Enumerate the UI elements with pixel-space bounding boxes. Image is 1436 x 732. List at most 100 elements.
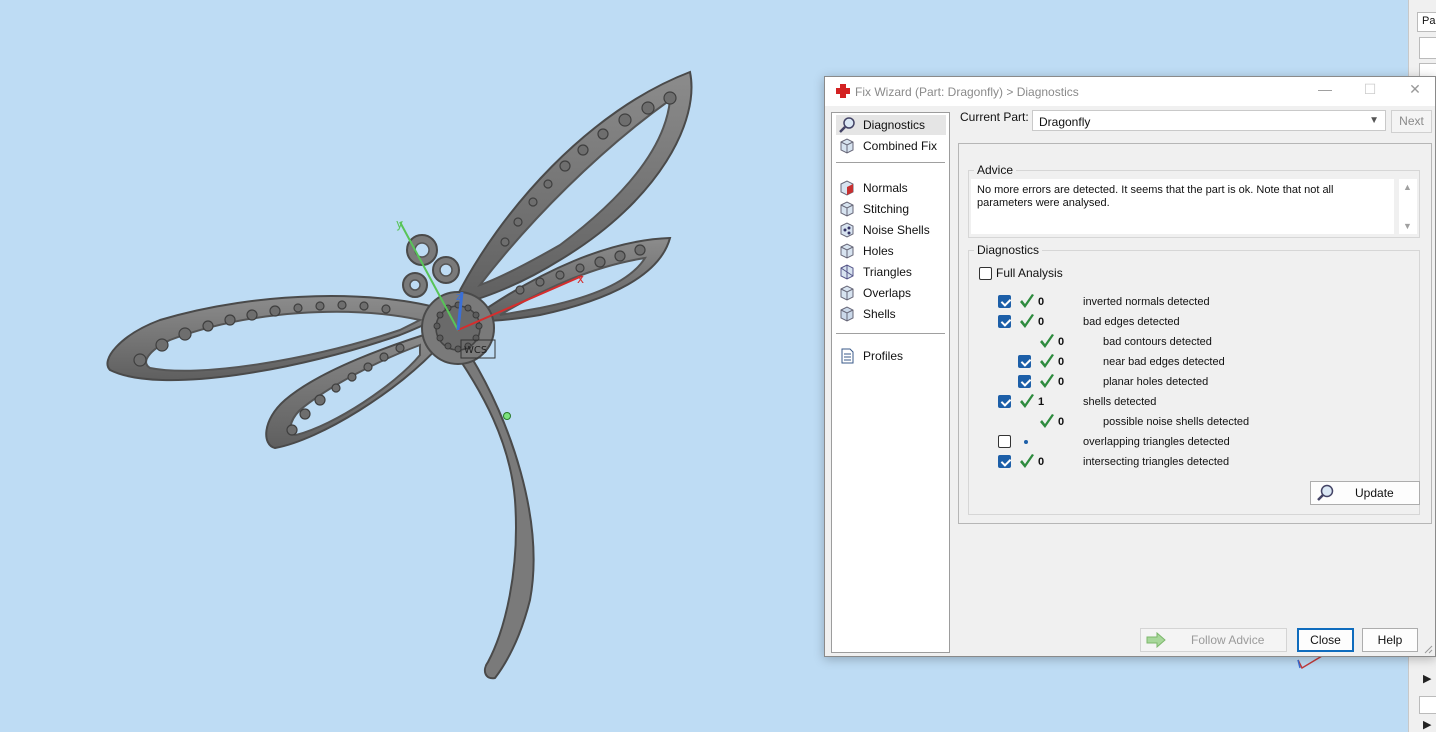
diagnostic-row: 0 inverted normals detected	[969, 292, 1419, 312]
diagnostic-label: bad contours detected	[1103, 336, 1212, 348]
nav-item-label: Triangles	[863, 265, 912, 279]
diagnostic-label: inverted normals detected	[1083, 296, 1210, 308]
diagnostic-row: 0 bad edges detected	[969, 312, 1419, 332]
check-icon	[1040, 334, 1054, 348]
close-icon[interactable]: ✕	[1400, 81, 1430, 101]
diagnostic-row: 0 bad contours detected	[969, 332, 1419, 352]
diagnostic-row: 0 intersecting triangles detected	[969, 452, 1419, 472]
nav-item-overlaps[interactable]: Overlaps	[836, 283, 946, 303]
nav-item-label: Shells	[863, 307, 896, 321]
cube-icon	[840, 138, 854, 154]
diagnostic-label: near bad edges detected	[1103, 356, 1225, 368]
diagnostic-row: 0 planar holes detected	[969, 372, 1419, 392]
panel-tool-button[interactable]	[1419, 696, 1436, 714]
check-icon	[1040, 354, 1054, 368]
nav-item-triangles[interactable]: Triangles	[836, 262, 946, 282]
diagnostic-label: overlapping triangles detected	[1083, 436, 1230, 448]
close-button[interactable]: Close	[1297, 628, 1354, 652]
diagnostic-checkbox[interactable]	[998, 435, 1011, 448]
nav-item-holes[interactable]: Holes	[836, 241, 946, 261]
nav-item-label: Stitching	[863, 202, 910, 216]
cube-holes-icon	[840, 243, 854, 259]
advice-text: No more errors are detected. It seems th…	[971, 179, 1394, 234]
nav-item-stitching[interactable]: Stitching	[836, 199, 946, 219]
nav-item-label: Holes	[863, 244, 894, 258]
current-part-select[interactable]: Dragonfly ▼	[1032, 110, 1386, 131]
status-dot-icon	[1024, 440, 1028, 444]
title-bar[interactable]: Fix Wizard (Part: Dragonfly) > Diagnosti…	[825, 77, 1435, 106]
diagnostic-label: shells detected	[1083, 396, 1157, 408]
magnifier-icon	[839, 117, 855, 133]
full-analysis-label: Full Analysis	[996, 266, 1063, 280]
nav-item-normals[interactable]: Normals	[836, 178, 946, 198]
nav-divider	[836, 333, 945, 334]
cube-red-icon	[840, 180, 854, 196]
diagnostic-row: 1 shells detected	[969, 392, 1419, 412]
update-button[interactable]: Update	[1310, 481, 1420, 505]
scroll-down-icon[interactable]: ▼	[1403, 221, 1412, 231]
nav-item-label: Diagnostics	[863, 118, 926, 132]
diagnostic-count: 0	[1058, 356, 1065, 368]
panel-tab[interactable]: Pa	[1417, 12, 1436, 32]
check-icon	[1020, 394, 1034, 408]
shells-icon	[840, 306, 854, 322]
nav-item-diagnostics[interactable]: Diagnostics	[836, 115, 946, 135]
nav-item-label: Overlaps	[863, 286, 912, 300]
diagnostic-label: planar holes detected	[1103, 376, 1209, 388]
diagnostic-row: overlapping triangles detected	[969, 432, 1419, 452]
nav-divider	[836, 162, 945, 163]
scroll-up-icon[interactable]: ▲	[1403, 182, 1412, 192]
maximize-button[interactable]: ☐	[1355, 81, 1385, 101]
chevron-down-icon[interactable]: ▼	[1369, 115, 1379, 126]
wizard-nav: Diagnostics Combined Fix Normals Stitchi…	[831, 112, 950, 653]
diagnostic-count: 0	[1038, 316, 1045, 328]
diagnostic-row: 0 near bad edges detected	[969, 352, 1419, 372]
checkbox[interactable]	[979, 266, 992, 280]
diagnostic-checkbox[interactable]	[998, 455, 1011, 468]
advice-scrollbar[interactable]: ▲ ▼	[1399, 179, 1417, 234]
next-button[interactable]: Next	[1391, 110, 1432, 133]
diagnostic-row: 0 possible noise shells detected	[969, 412, 1419, 432]
fix-wizard-dialog: Fix Wizard (Part: Dragonfly) > Diagnosti…	[824, 76, 1436, 657]
nav-item-label: Profiles	[863, 349, 904, 363]
nav-item-combined-fix[interactable]: Combined Fix	[836, 136, 946, 156]
advice-legend: Advice	[974, 163, 1017, 177]
diagnostics-legend: Diagnostics	[974, 243, 1043, 257]
follow-advice-label: Follow Advice	[1191, 633, 1265, 647]
diagnostic-label: possible noise shells detected	[1103, 416, 1250, 428]
follow-advice-button[interactable]: Follow Advice	[1140, 628, 1287, 652]
expand-arrow-icon[interactable]: ▶	[1423, 718, 1431, 731]
red-cross-icon	[836, 84, 850, 98]
diagnostic-count: 0	[1038, 296, 1045, 308]
help-button[interactable]: Help	[1362, 628, 1418, 652]
noise-shells-icon	[840, 222, 854, 238]
expand-arrow-icon[interactable]: ▶	[1423, 672, 1431, 685]
diagnostic-checkbox[interactable]	[998, 295, 1011, 308]
diagnostic-checkbox[interactable]	[998, 395, 1011, 408]
diagnostic-label: intersecting triangles detected	[1083, 456, 1230, 468]
minimize-button[interactable]: —	[1310, 81, 1340, 101]
diagnostics-page: Advice No more errors are detected. It s…	[958, 143, 1432, 524]
triangles-icon	[840, 264, 854, 280]
advice-group: Advice No more errors are detected. It s…	[968, 163, 1420, 238]
nav-item-shells[interactable]: Shells	[836, 304, 946, 324]
diagnostic-count: 0	[1038, 456, 1045, 468]
axis-y-label: y	[396, 217, 403, 231]
diagnostic-label: bad edges detected	[1083, 316, 1180, 328]
nav-item-profiles[interactable]: Profiles	[836, 346, 946, 366]
resize-grip-icon[interactable]	[1423, 644, 1433, 654]
document-icon	[841, 348, 854, 364]
diagnostic-checkbox[interactable]	[1018, 375, 1031, 388]
diagnostic-checkbox[interactable]	[998, 315, 1011, 328]
nav-item-noise-shells[interactable]: Noise Shells	[836, 220, 946, 240]
overlaps-icon	[840, 285, 854, 301]
coordinate-system-label: WCS	[464, 345, 487, 356]
axis-x-label: x	[577, 272, 584, 286]
check-icon	[1020, 454, 1034, 468]
panel-tool-button[interactable]	[1419, 37, 1436, 59]
diagnostic-checkbox[interactable]	[1018, 355, 1031, 368]
check-icon	[1020, 294, 1034, 308]
cube-stitch-icon	[840, 201, 854, 217]
current-part-label: Current Part:	[960, 110, 1029, 124]
full-analysis-checkbox[interactable]: Full Analysis	[979, 266, 1063, 280]
